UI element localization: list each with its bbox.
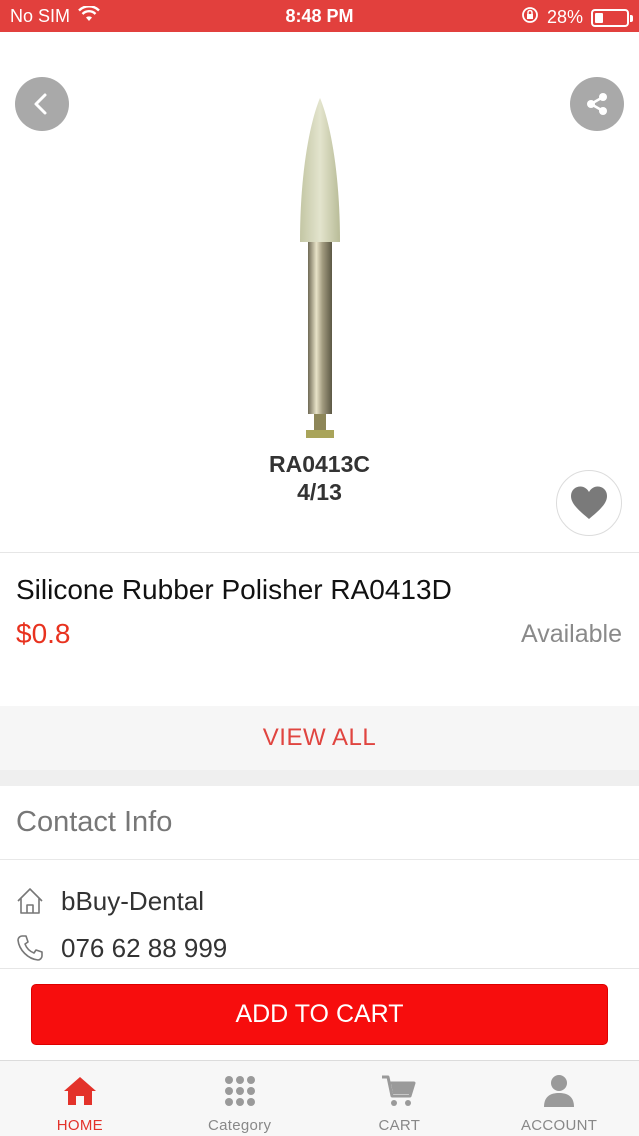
contact-header: Contact Info: [0, 786, 639, 860]
nav-label-home: HOME: [56, 1117, 103, 1134]
orientation-lock-icon: [521, 6, 539, 29]
product-image: [300, 98, 340, 438]
user-icon: [541, 1073, 577, 1109]
home-icon: [62, 1073, 98, 1109]
add-to-cart-button[interactable]: ADD TO CART: [31, 984, 608, 1045]
nav-item-account[interactable]: ACCOUNT: [479, 1061, 639, 1136]
bottom-navigation: HOME Category CART ACCOUNT: [0, 1060, 639, 1136]
battery-icon: [591, 8, 633, 27]
view-all-button[interactable]: VIEW ALL: [0, 706, 639, 770]
section-divider: [0, 770, 639, 786]
cart-action-area: ADD TO CART: [0, 968, 639, 1060]
nav-item-cart[interactable]: CART: [320, 1061, 480, 1136]
image-caption-sub: 4/13: [297, 479, 342, 505]
share-button[interactable]: [570, 77, 624, 131]
product-image-area: RA0413C 4/13: [0, 32, 639, 553]
availability-status: Available: [520, 620, 622, 648]
favorite-button[interactable]: [556, 470, 622, 536]
nav-item-category[interactable]: Category: [160, 1061, 320, 1136]
nav-item-home[interactable]: HOME: [0, 1061, 160, 1136]
nav-label-account: ACCOUNT: [520, 1117, 598, 1134]
battery-percent: 28%: [546, 7, 583, 27]
contact-name: bBuy-Dental: [61, 885, 205, 916]
home-outline-icon: [15, 886, 45, 916]
cart-icon: [381, 1073, 417, 1109]
contact-phone-row[interactable]: 076 62 88 999: [0, 925, 639, 971]
product-title: Silicone Rubber Polisher RA0413D: [16, 574, 452, 605]
nav-label-cart: CART: [378, 1117, 421, 1134]
heart-icon: [571, 486, 607, 519]
back-button[interactable]: [15, 77, 69, 131]
nav-label-category: Category: [207, 1117, 272, 1134]
status-bar: No SIM 8:48 PM 28%: [0, 0, 639, 32]
chevron-left-icon: [34, 93, 47, 115]
phone-icon: [15, 933, 45, 963]
contact-phone[interactable]: 076 62 88 999: [61, 933, 227, 964]
share-icon: [587, 93, 607, 115]
image-caption-code: RA0413C: [269, 451, 370, 477]
contact-name-row: bBuy-Dental: [0, 878, 639, 924]
product-info: Silicone Rubber Polisher RA0413D $0.8 Av…: [0, 554, 639, 706]
contact-heading: Contact Info: [16, 806, 173, 838]
product-price: $0.8: [16, 618, 71, 649]
grid-icon: [222, 1073, 258, 1109]
